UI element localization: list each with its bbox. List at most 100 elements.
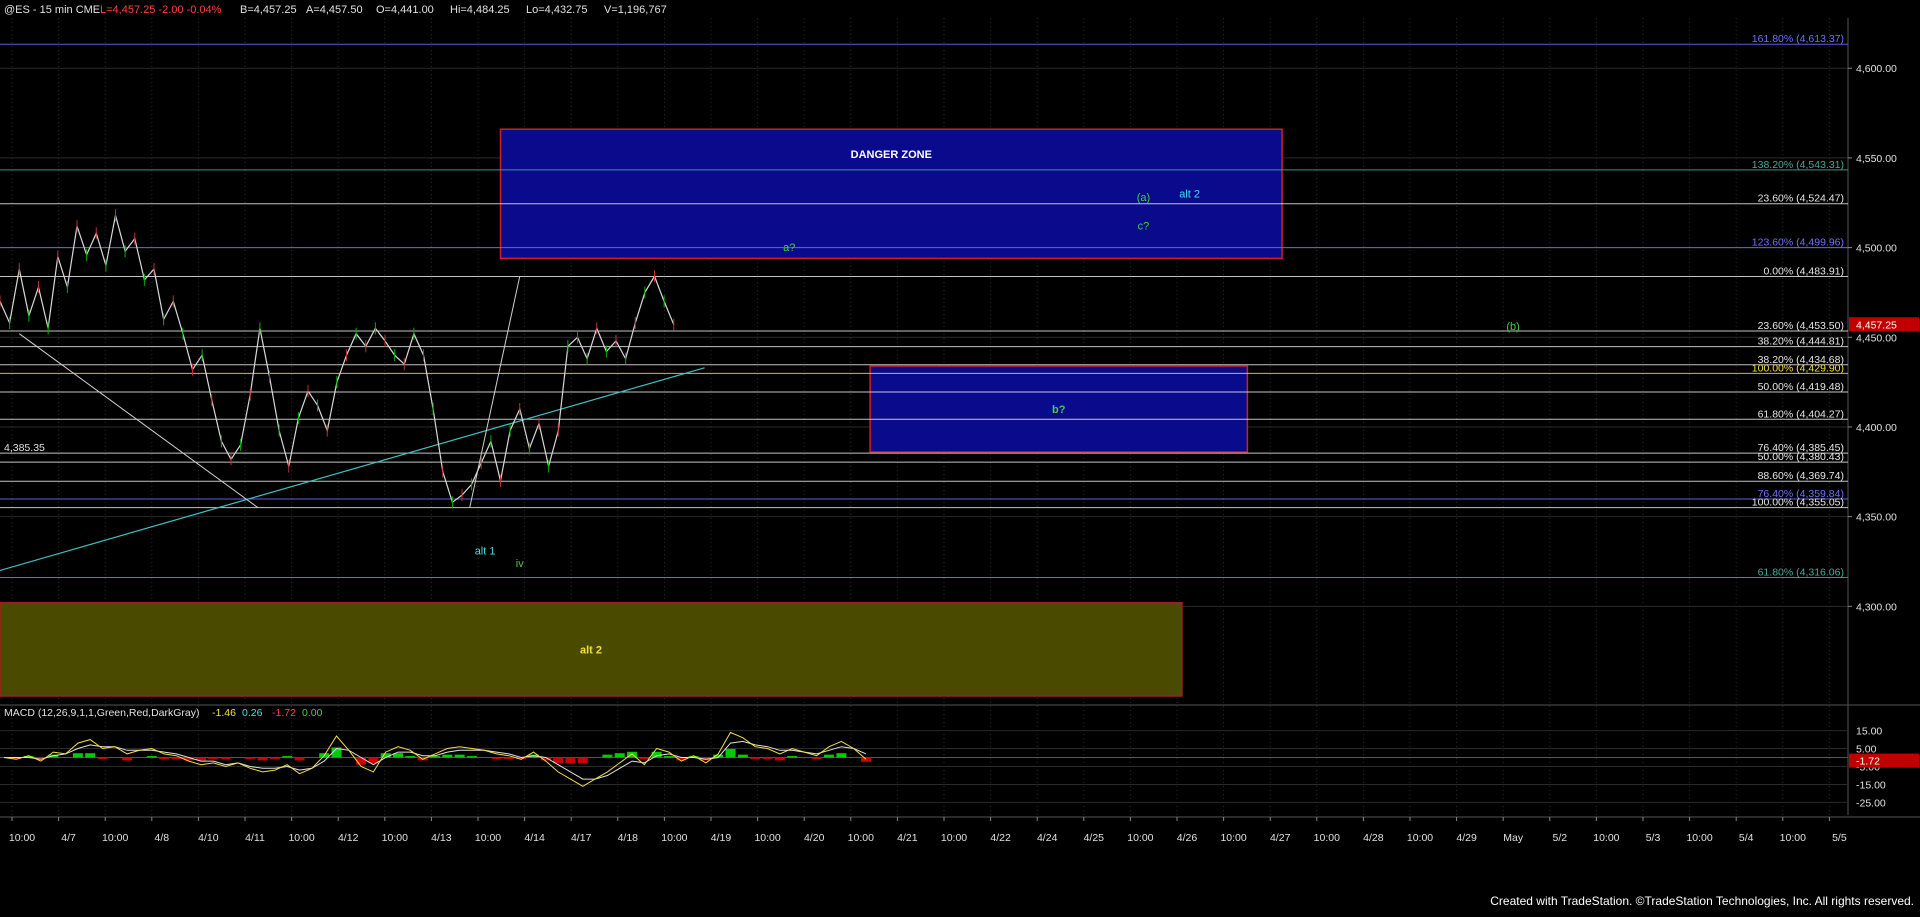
x-axis-tick-label: 4/26	[1177, 832, 1198, 844]
wave-label: a?	[783, 242, 795, 254]
header-volume: V=1,196,767	[604, 4, 667, 16]
macd-histogram-bar	[159, 757, 170, 759]
y-axis-tick-label: 4,500.00	[1856, 243, 1897, 255]
wave-label: alt 2	[1179, 188, 1200, 200]
x-axis-tick-label: 10:00	[1220, 832, 1246, 844]
x-axis-tick-label: May	[1503, 832, 1524, 844]
macd-axis-label: -25.00	[1856, 797, 1886, 809]
header-symbol: @ES - 15 min CME	[4, 4, 100, 16]
x-axis-tick-label: 4/8	[154, 832, 169, 844]
fib-level-label: 23.60% (4,453.50)	[1758, 320, 1844, 332]
x-axis-tick-label: 5/5	[1832, 832, 1847, 844]
footer-copyright: Created with TradeStation. ©TradeStation…	[1490, 894, 1914, 908]
macd-histogram-bar	[565, 757, 576, 764]
x-axis-tick-label: 4/14	[524, 832, 545, 844]
wave-label: iv	[516, 558, 524, 570]
chart-svg: DANGER ZONE b? alt 2 161.80% (4,613.37) 138…	[0, 0, 1920, 912]
macd-histogram-bar	[208, 757, 219, 759]
x-axis-tick-label: 5/3	[1646, 832, 1661, 844]
x-axis-tick-label: 10:00	[848, 832, 874, 844]
x-axis-tick-label: 4/25	[1084, 832, 1105, 844]
header-ask: A=4,457.50	[306, 4, 363, 16]
wave-label: alt 1	[475, 545, 496, 557]
fib-level-label: 100.00% (4,355.05)	[1752, 497, 1844, 509]
macd-histogram-bar	[750, 757, 761, 759]
x-axis-tick-label: 5/4	[1739, 832, 1754, 844]
macd-value: -1.72	[272, 707, 296, 719]
macd-histogram-bar	[824, 754, 835, 758]
y-axis-tick-label: 4,350.00	[1856, 512, 1897, 524]
left-price-label: 4,385.35	[4, 442, 45, 454]
macd-histogram-bar	[430, 756, 440, 758]
x-axis-tick-label: 10:00	[1407, 832, 1433, 844]
header-bid: B=4,457.25	[240, 4, 297, 16]
zone-label: DANGER ZONE	[851, 149, 932, 161]
macd-histogram-bar	[762, 757, 773, 759]
macd-value: 0.00	[302, 707, 323, 719]
y-axis-tick-label: 4,550.00	[1856, 153, 1897, 165]
x-axis-tick-label: 4/13	[431, 832, 452, 844]
wave-label: (a)	[1137, 192, 1150, 204]
fib-level-label: 161.80% (4,613.37)	[1752, 33, 1844, 45]
y-axis-tick-label: 4,450.00	[1856, 332, 1897, 344]
x-axis-tick-label: 4/18	[618, 832, 639, 844]
x-axis-tick-label: 10:00	[1314, 832, 1340, 844]
macd-histogram-bar	[245, 757, 256, 759]
x-axis-tick-label: 10:00	[102, 832, 128, 844]
macd-histogram-bar	[491, 757, 502, 759]
macd-histogram-bar	[663, 756, 674, 758]
x-axis-tick-label: 4/22	[990, 832, 1011, 844]
macd-histogram-bar	[146, 756, 157, 758]
macd-histogram-bar	[861, 757, 871, 762]
macd-value: -1.46	[212, 707, 236, 719]
zone-label: alt 2	[580, 644, 602, 656]
macd-histogram-bar	[405, 756, 416, 758]
y-axis-tick-label: 4,400.00	[1856, 422, 1897, 434]
x-axis-tick-label: 4/20	[804, 832, 825, 844]
x-axis-tick-label: 4/12	[338, 832, 359, 844]
x-axis-tick-label: 4/17	[571, 832, 592, 844]
macd-histogram-bar	[72, 753, 83, 758]
x-axis-tick-label: 4/11	[245, 832, 265, 844]
x-axis-tick-label: 5/2	[1552, 832, 1567, 844]
macd-histogram-bar	[294, 757, 305, 761]
chart-root: DANGER ZONE b? alt 2 161.80% (4,613.37) 138…	[0, 0, 1920, 912]
fib-level-label: 61.80% (4,316.06)	[1758, 567, 1844, 579]
fib-level-label: 23.60% (4,524.47)	[1758, 193, 1844, 205]
y-axis-tick-label: 4,300.00	[1856, 601, 1897, 613]
macd-histogram-bar	[454, 754, 465, 758]
x-axis-tick-label: 4/29	[1456, 832, 1477, 844]
macd-histogram-bar	[503, 757, 514, 759]
fib-level-label: 0.00% (4,483.91)	[1763, 265, 1844, 277]
x-axis-tick-label: 10:00	[1780, 832, 1806, 844]
x-axis-tick-label: 10:00	[661, 832, 687, 844]
y-axis-tick-label: 4,600.00	[1856, 63, 1897, 75]
macd-histogram-bar	[836, 753, 847, 758]
macd-histogram-bar	[725, 748, 736, 758]
fib-level-label: 88.60% (4,369.74)	[1758, 470, 1844, 482]
x-axis-tick-label: 10:00	[1686, 832, 1712, 844]
macd-title: MACD (12,26,9,1,1,Green,Red,DarkGray)	[4, 707, 200, 719]
wave-label: c?	[1138, 221, 1150, 233]
macd-axis-label: -15.00	[1856, 779, 1886, 791]
macd-histogram-bar	[577, 757, 588, 764]
macd-value: 0.26	[242, 707, 263, 719]
x-axis-tick-label: 10:00	[9, 832, 35, 844]
macd-histogram-bar	[122, 757, 133, 761]
x-axis-tick-label: 4/28	[1363, 832, 1384, 844]
macd-histogram-bar	[787, 756, 798, 758]
macd-histogram-bar	[639, 757, 650, 759]
macd-axis-label: 15.00	[1856, 726, 1882, 738]
fib-level-label: 123.60% (4,499.96)	[1752, 237, 1844, 249]
header-bar: @ES - 15 min CME L=4,457.25 -2.00 -0.04%…	[4, 4, 667, 16]
fib-level-label: 100.00% (4,429.90)	[1752, 362, 1844, 374]
macd-histogram-bar	[614, 753, 625, 758]
x-axis-tick-label: 4/21	[897, 832, 918, 844]
header-last: L=4,457.25 -2.00 -0.04%	[100, 4, 222, 16]
x-axis-tick-label: 10:00	[288, 832, 314, 844]
x-axis-tick-label: 4/24	[1037, 832, 1058, 844]
macd-last-tag: -1.72	[1856, 756, 1880, 768]
macd-histogram-bar	[85, 753, 96, 758]
x-axis-tick-label: 10:00	[475, 832, 501, 844]
fib-level-label: 138.20% (4,543.31)	[1752, 159, 1844, 171]
